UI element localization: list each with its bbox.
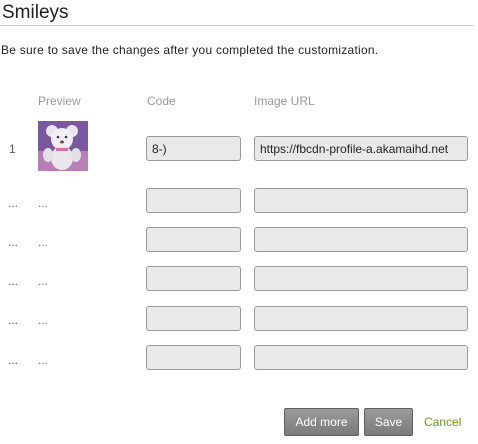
preview-placeholder: ... — [38, 196, 49, 210]
code-input[interactable] — [146, 266, 241, 291]
column-header-code: Code — [147, 94, 176, 108]
cancel-link[interactable]: Cancel — [424, 415, 461, 429]
preview-placeholder: ... — [38, 235, 49, 249]
row-number: ... — [8, 353, 19, 367]
code-input[interactable] — [146, 136, 241, 161]
row-number: 1 — [9, 142, 16, 156]
row-number: ... — [8, 196, 19, 210]
image-url-input[interactable] — [254, 345, 468, 370]
save-button[interactable]: Save — [364, 408, 413, 436]
preview-placeholder: ... — [38, 313, 49, 327]
image-url-input[interactable] — [254, 227, 468, 252]
preview-placeholder: ... — [38, 353, 49, 367]
page-title: Smileys — [2, 2, 69, 23]
code-input[interactable] — [146, 188, 241, 213]
add-more-button[interactable]: Add more — [284, 408, 359, 436]
image-url-input[interactable] — [254, 266, 468, 291]
code-input[interactable] — [146, 306, 241, 331]
code-input[interactable] — [146, 345, 241, 370]
row-number: ... — [8, 235, 19, 249]
image-url-input[interactable] — [254, 188, 468, 213]
image-url-input[interactable] — [254, 306, 468, 331]
smiley-preview-image — [38, 121, 88, 171]
image-url-input[interactable] — [254, 136, 468, 161]
row-number: ... — [8, 274, 19, 288]
row-number: ... — [8, 313, 19, 327]
code-input[interactable] — [146, 227, 241, 252]
teddy-bear-image-graphic — [38, 121, 88, 171]
preview-placeholder: ... — [38, 274, 49, 288]
page-description: Be sure to save the changes after you co… — [1, 43, 379, 57]
title-divider — [0, 25, 474, 26]
column-header-image-url: Image URL — [254, 94, 315, 108]
column-header-preview: Preview — [38, 94, 81, 108]
